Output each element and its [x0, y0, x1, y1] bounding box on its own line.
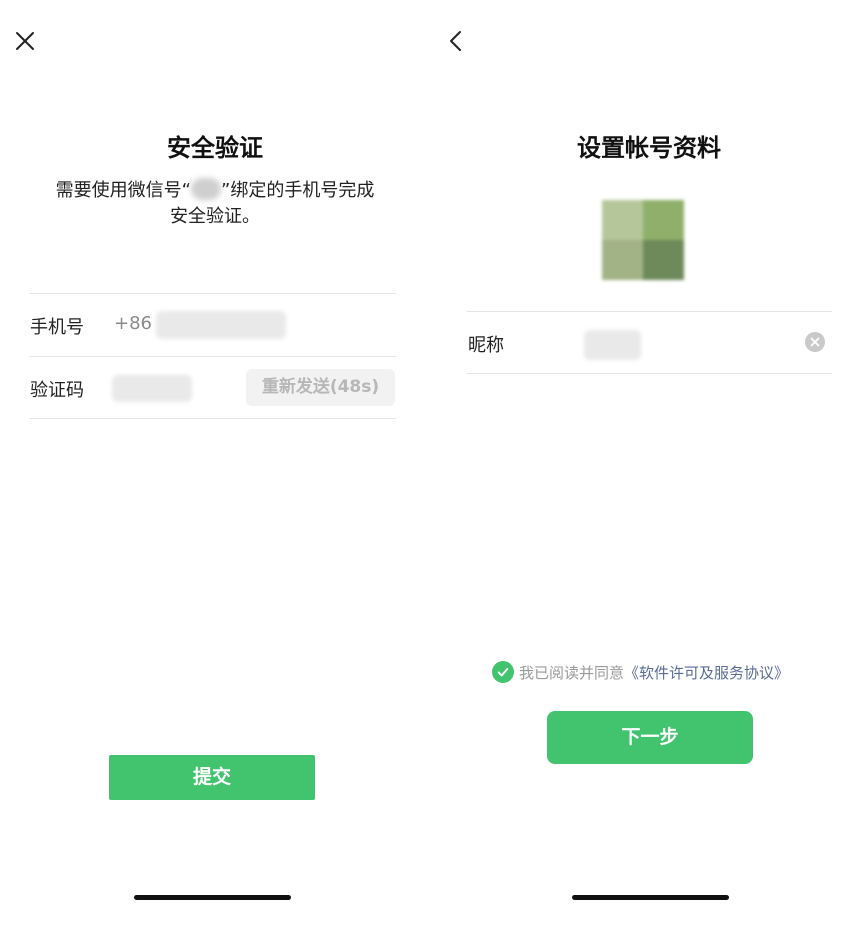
description-prefix: 需要使用微信号“ — [55, 180, 191, 201]
divider — [29, 293, 396, 294]
home-indicator — [572, 895, 729, 900]
check-circle-icon[interactable] — [492, 661, 514, 683]
agreement: 我已阅读并同意 《软件许可及服务协议》 — [492, 660, 789, 684]
code-label: 验证码 — [30, 380, 84, 401]
next-button[interactable]: 下一步 — [547, 711, 753, 764]
divider — [29, 418, 396, 419]
verification-code-input[interactable] — [112, 375, 192, 402]
submit-button[interactable]: 提交 — [109, 755, 315, 800]
redacted-wechat-id — [191, 178, 221, 200]
phone-label: 手机号 — [30, 317, 84, 338]
divider — [29, 356, 396, 357]
security-verification-screen: 安全验证 需要使用微信号“ ”绑定的手机号完成 安全验证。 手机号 +86 验证码… — [0, 0, 430, 928]
home-indicator — [134, 895, 291, 900]
page-title: 设置帐号资料 — [577, 134, 721, 162]
resend-code-button[interactable]: 重新发送(48s) — [246, 369, 395, 406]
avatar[interactable] — [602, 200, 684, 280]
redacted-phone-number — [156, 311, 286, 339]
agreement-text: 我已阅读并同意 — [519, 663, 625, 682]
nickname-input[interactable] — [584, 330, 641, 360]
divider — [467, 373, 832, 374]
nickname-label: 昵称 — [468, 335, 504, 356]
chevron-left-icon[interactable] — [444, 29, 468, 53]
security-description: 需要使用微信号“ ”绑定的手机号完成 安全验证。 — [30, 178, 400, 230]
clear-icon[interactable] — [805, 332, 825, 352]
profile-setup-screen: 设置帐号资料 昵称 我已阅读并同意 《软件许可及服务协议》 下一步 — [434, 0, 864, 928]
page-title: 安全验证 — [167, 134, 263, 162]
description-line2: 安全验证。 — [170, 206, 260, 227]
close-icon[interactable] — [13, 29, 37, 53]
divider — [467, 311, 832, 312]
description-suffix: ”绑定的手机号完成 — [221, 180, 375, 201]
agreement-link[interactable]: 《软件许可及服务协议》 — [624, 662, 789, 683]
country-code: +86 — [114, 313, 152, 334]
